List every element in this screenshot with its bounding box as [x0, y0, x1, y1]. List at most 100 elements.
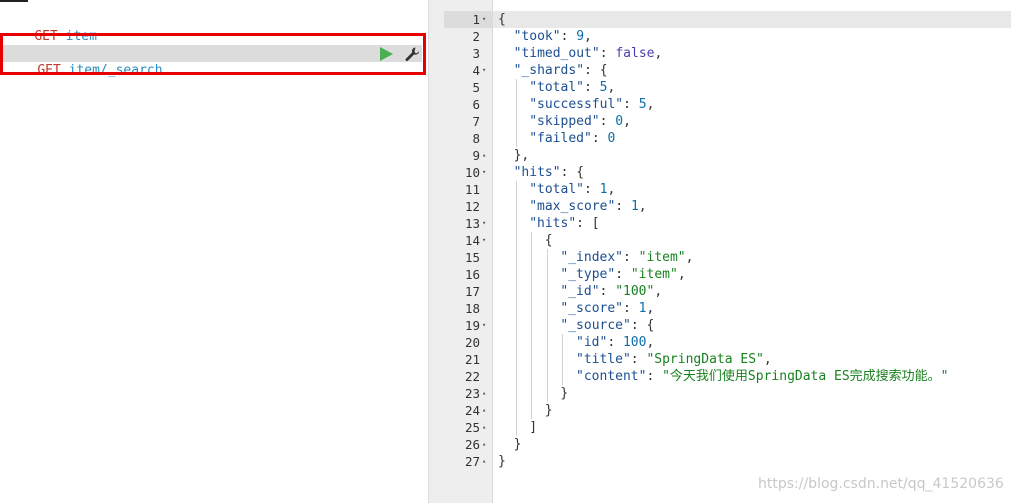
code-token: : — [583, 182, 600, 197]
play-icon[interactable] — [380, 47, 393, 61]
code-token: "100" — [615, 284, 655, 299]
code-line: "successful": 5, — [529, 96, 654, 113]
code-line: "id": 100, — [576, 334, 654, 351]
code-line: } — [560, 385, 568, 402]
code-token: "_source" — [560, 318, 631, 333]
line-number: 14 — [464, 233, 480, 248]
code-token: , — [654, 46, 663, 61]
code-token: } — [513, 437, 522, 452]
code-token: "item" — [638, 250, 686, 265]
code-token: : — [599, 46, 616, 61]
code-token: } — [544, 403, 553, 418]
code-token: "successful" — [529, 97, 624, 112]
code-token: "id" — [576, 335, 608, 350]
line-number: 10 — [464, 165, 480, 180]
code-token: { — [544, 233, 553, 248]
code-token: : — [599, 284, 616, 299]
code-line: ] — [529, 419, 537, 436]
code-token: ] — [529, 420, 538, 435]
code-token: : { — [560, 165, 585, 180]
line-number: 24 — [464, 403, 480, 418]
code-token: "hits" — [513, 165, 561, 180]
code-token: "_id" — [560, 284, 600, 299]
line-number: 13 — [464, 216, 480, 231]
code-line: "total": 5, — [529, 79, 615, 96]
line-number: 9 — [472, 148, 480, 163]
code-token: , — [646, 335, 655, 350]
code-token: , — [584, 29, 592, 44]
code-token: { — [498, 12, 506, 27]
fold-end-icon[interactable]: ▴ — [482, 402, 492, 419]
code-line: "_id": "100", — [560, 283, 662, 300]
selection-highlight-box — [0, 33, 426, 75]
line-number: 19 — [464, 318, 480, 333]
line-number: 1 — [472, 12, 480, 27]
line-number: 17 — [464, 284, 480, 299]
code-token: : — [623, 301, 639, 316]
code-token: : — [607, 335, 623, 350]
code-line: "hits": [ — [529, 215, 599, 232]
code-token: 9 — [576, 29, 585, 44]
code-line: "timed_out": false, — [514, 45, 663, 62]
code-token: : { — [630, 318, 655, 333]
code-token: false — [615, 46, 655, 61]
code-token: : — [623, 250, 639, 265]
editor-tab-indicator — [0, 0, 28, 2]
fold-end-icon[interactable]: ▴ — [482, 453, 492, 470]
code-line: { — [545, 232, 553, 249]
code-token: , — [685, 250, 694, 265]
code-token: , — [623, 114, 631, 129]
line-number: 27 — [464, 454, 480, 469]
code-token: "_shards" — [513, 63, 585, 78]
code-token: "item" — [630, 267, 678, 282]
line-number: 3 — [472, 46, 480, 61]
pane-splitter[interactable] — [429, 0, 444, 503]
code-token: : — [615, 267, 631, 282]
request-editor[interactable]: GET item GET item/_search — [0, 0, 429, 503]
fold-end-icon[interactable]: ▴ — [482, 436, 492, 453]
code-token: : { — [584, 63, 608, 78]
code-token: "今天我们使用SpringData ES完成搜索功能。" — [662, 369, 949, 384]
code-token: , — [763, 352, 772, 367]
line-number: 22 — [464, 369, 480, 384]
fold-end-icon[interactable]: ▴ — [482, 147, 492, 164]
indent-guide — [515, 79, 517, 147]
fold-collapse-icon[interactable]: ▾ — [482, 164, 492, 181]
code-token: : — [615, 199, 631, 214]
watermark: https://blog.csdn.net/qq_41520636 — [758, 476, 1004, 492]
wrench-icon[interactable] — [404, 46, 421, 63]
fold-collapse-icon[interactable]: ▾ — [482, 11, 492, 28]
code-token: "skipped" — [529, 114, 600, 129]
fold-collapse-icon[interactable]: ▾ — [482, 232, 492, 249]
code-line: "_type": "item", — [560, 266, 685, 283]
code-token: } — [560, 386, 569, 401]
code-token: }, — [513, 148, 530, 163]
code-line: "skipped": 0, — [529, 113, 631, 130]
code-token: "total" — [529, 182, 584, 197]
fold-collapse-icon[interactable]: ▾ — [482, 62, 492, 79]
code-token: "_index" — [560, 250, 624, 265]
line-number: 16 — [464, 267, 480, 282]
line-number: 26 — [464, 437, 480, 452]
fold-collapse-icon[interactable]: ▾ — [482, 317, 492, 334]
code-token: "content" — [576, 369, 647, 384]
active-line-highlight — [493, 11, 1011, 28]
code-token: 0 — [607, 131, 616, 146]
code-token: "timed_out" — [513, 46, 600, 61]
line-number: 18 — [464, 301, 480, 316]
line-number: 23 — [464, 386, 480, 401]
code-line: "failed": 0 — [529, 130, 615, 147]
code-token: "_score" — [560, 301, 624, 316]
fold-collapse-icon[interactable]: ▾ — [482, 215, 492, 232]
code-line: } — [514, 436, 522, 453]
request-line[interactable]: GET item — [0, 11, 429, 44]
code-token: : — [646, 369, 663, 384]
line-number: 8 — [472, 131, 480, 146]
code-token: , — [638, 199, 647, 214]
code-token: : — [599, 114, 616, 129]
code-line: "_source": { — [560, 317, 654, 334]
fold-end-icon[interactable]: ▴ — [482, 385, 492, 402]
code-line: "max_score": 1, — [529, 198, 646, 215]
code-line: "_index": "item", — [560, 249, 693, 266]
fold-end-icon[interactable]: ▴ — [482, 419, 492, 436]
